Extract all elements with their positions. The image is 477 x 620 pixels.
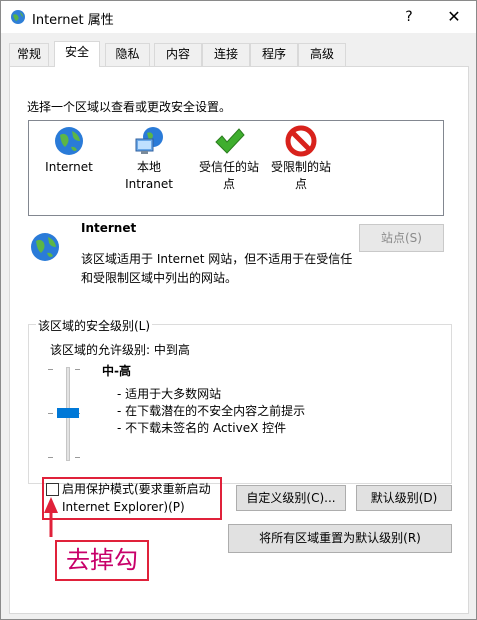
- security-level-points: - 适用于大多数网站 - 在下载潜在的不安全内容之前提示 - 不下载未签名的 A…: [117, 386, 305, 437]
- sites-button[interactable]: 站点(S): [359, 224, 444, 252]
- forbidden-icon: [285, 125, 317, 157]
- internet-options-icon: [11, 10, 25, 24]
- tab-general[interactable]: 常规: [9, 43, 49, 66]
- custom-level-button[interactable]: 自定义级别(C)...: [236, 485, 346, 511]
- level-point: - 适用于大多数网站: [117, 387, 222, 401]
- help-button[interactable]: ?: [399, 7, 419, 27]
- tab-advanced[interactable]: 高级: [298, 43, 346, 66]
- tab-connections[interactable]: 连接: [202, 43, 250, 66]
- local-intranet-icon: [135, 127, 163, 154]
- tab-programs[interactable]: 程序: [250, 43, 298, 66]
- close-button[interactable]: ✕: [444, 7, 464, 27]
- zone-label-line2: 点: [222, 177, 235, 191]
- annotation-box: 去掉勾: [55, 540, 149, 581]
- reset-all-zones-button[interactable]: 将所有区域重置为默认级别(R): [228, 524, 452, 553]
- zone-label-line1: 受限制的站: [270, 160, 331, 174]
- default-level-button[interactable]: 默认级别(D): [356, 485, 452, 511]
- zone-trusted-sites[interactable]: 受信任的站 点: [189, 121, 269, 217]
- annotation-text: 去掉勾: [66, 546, 138, 574]
- zone-label-line2: 点: [294, 177, 307, 191]
- check-icon: [215, 128, 245, 154]
- zone-label-line2: Intranet: [125, 177, 173, 191]
- tab-content[interactable]: 内容: [154, 43, 202, 66]
- level-point: - 不下载未签名的 ActiveX 控件: [117, 421, 287, 435]
- zone-label-line1: 受信任的站: [198, 160, 259, 174]
- window-title: Internet 属性: [32, 13, 114, 28]
- tab-privacy[interactable]: 隐私: [105, 43, 150, 66]
- title-bar: Internet 属性 ? ✕: [1, 1, 476, 33]
- zone-label-line1: 本地: [136, 160, 161, 174]
- level-point: - 在下载潜在的不安全内容之前提示: [117, 404, 306, 418]
- zone-restricted-sites[interactable]: 受限制的站 点: [261, 121, 341, 217]
- tab-security[interactable]: 安全: [54, 41, 100, 67]
- security-tab-panel: 选择一个区域以查看或更改安全设置。 Internet 本地 Intranet 受…: [9, 66, 469, 614]
- annotation-arrow: [44, 497, 58, 537]
- internet-properties-window: Internet 属性 ? ✕ 常规 安全 隐私 内容 连接 程序 高级 选择一…: [0, 0, 477, 620]
